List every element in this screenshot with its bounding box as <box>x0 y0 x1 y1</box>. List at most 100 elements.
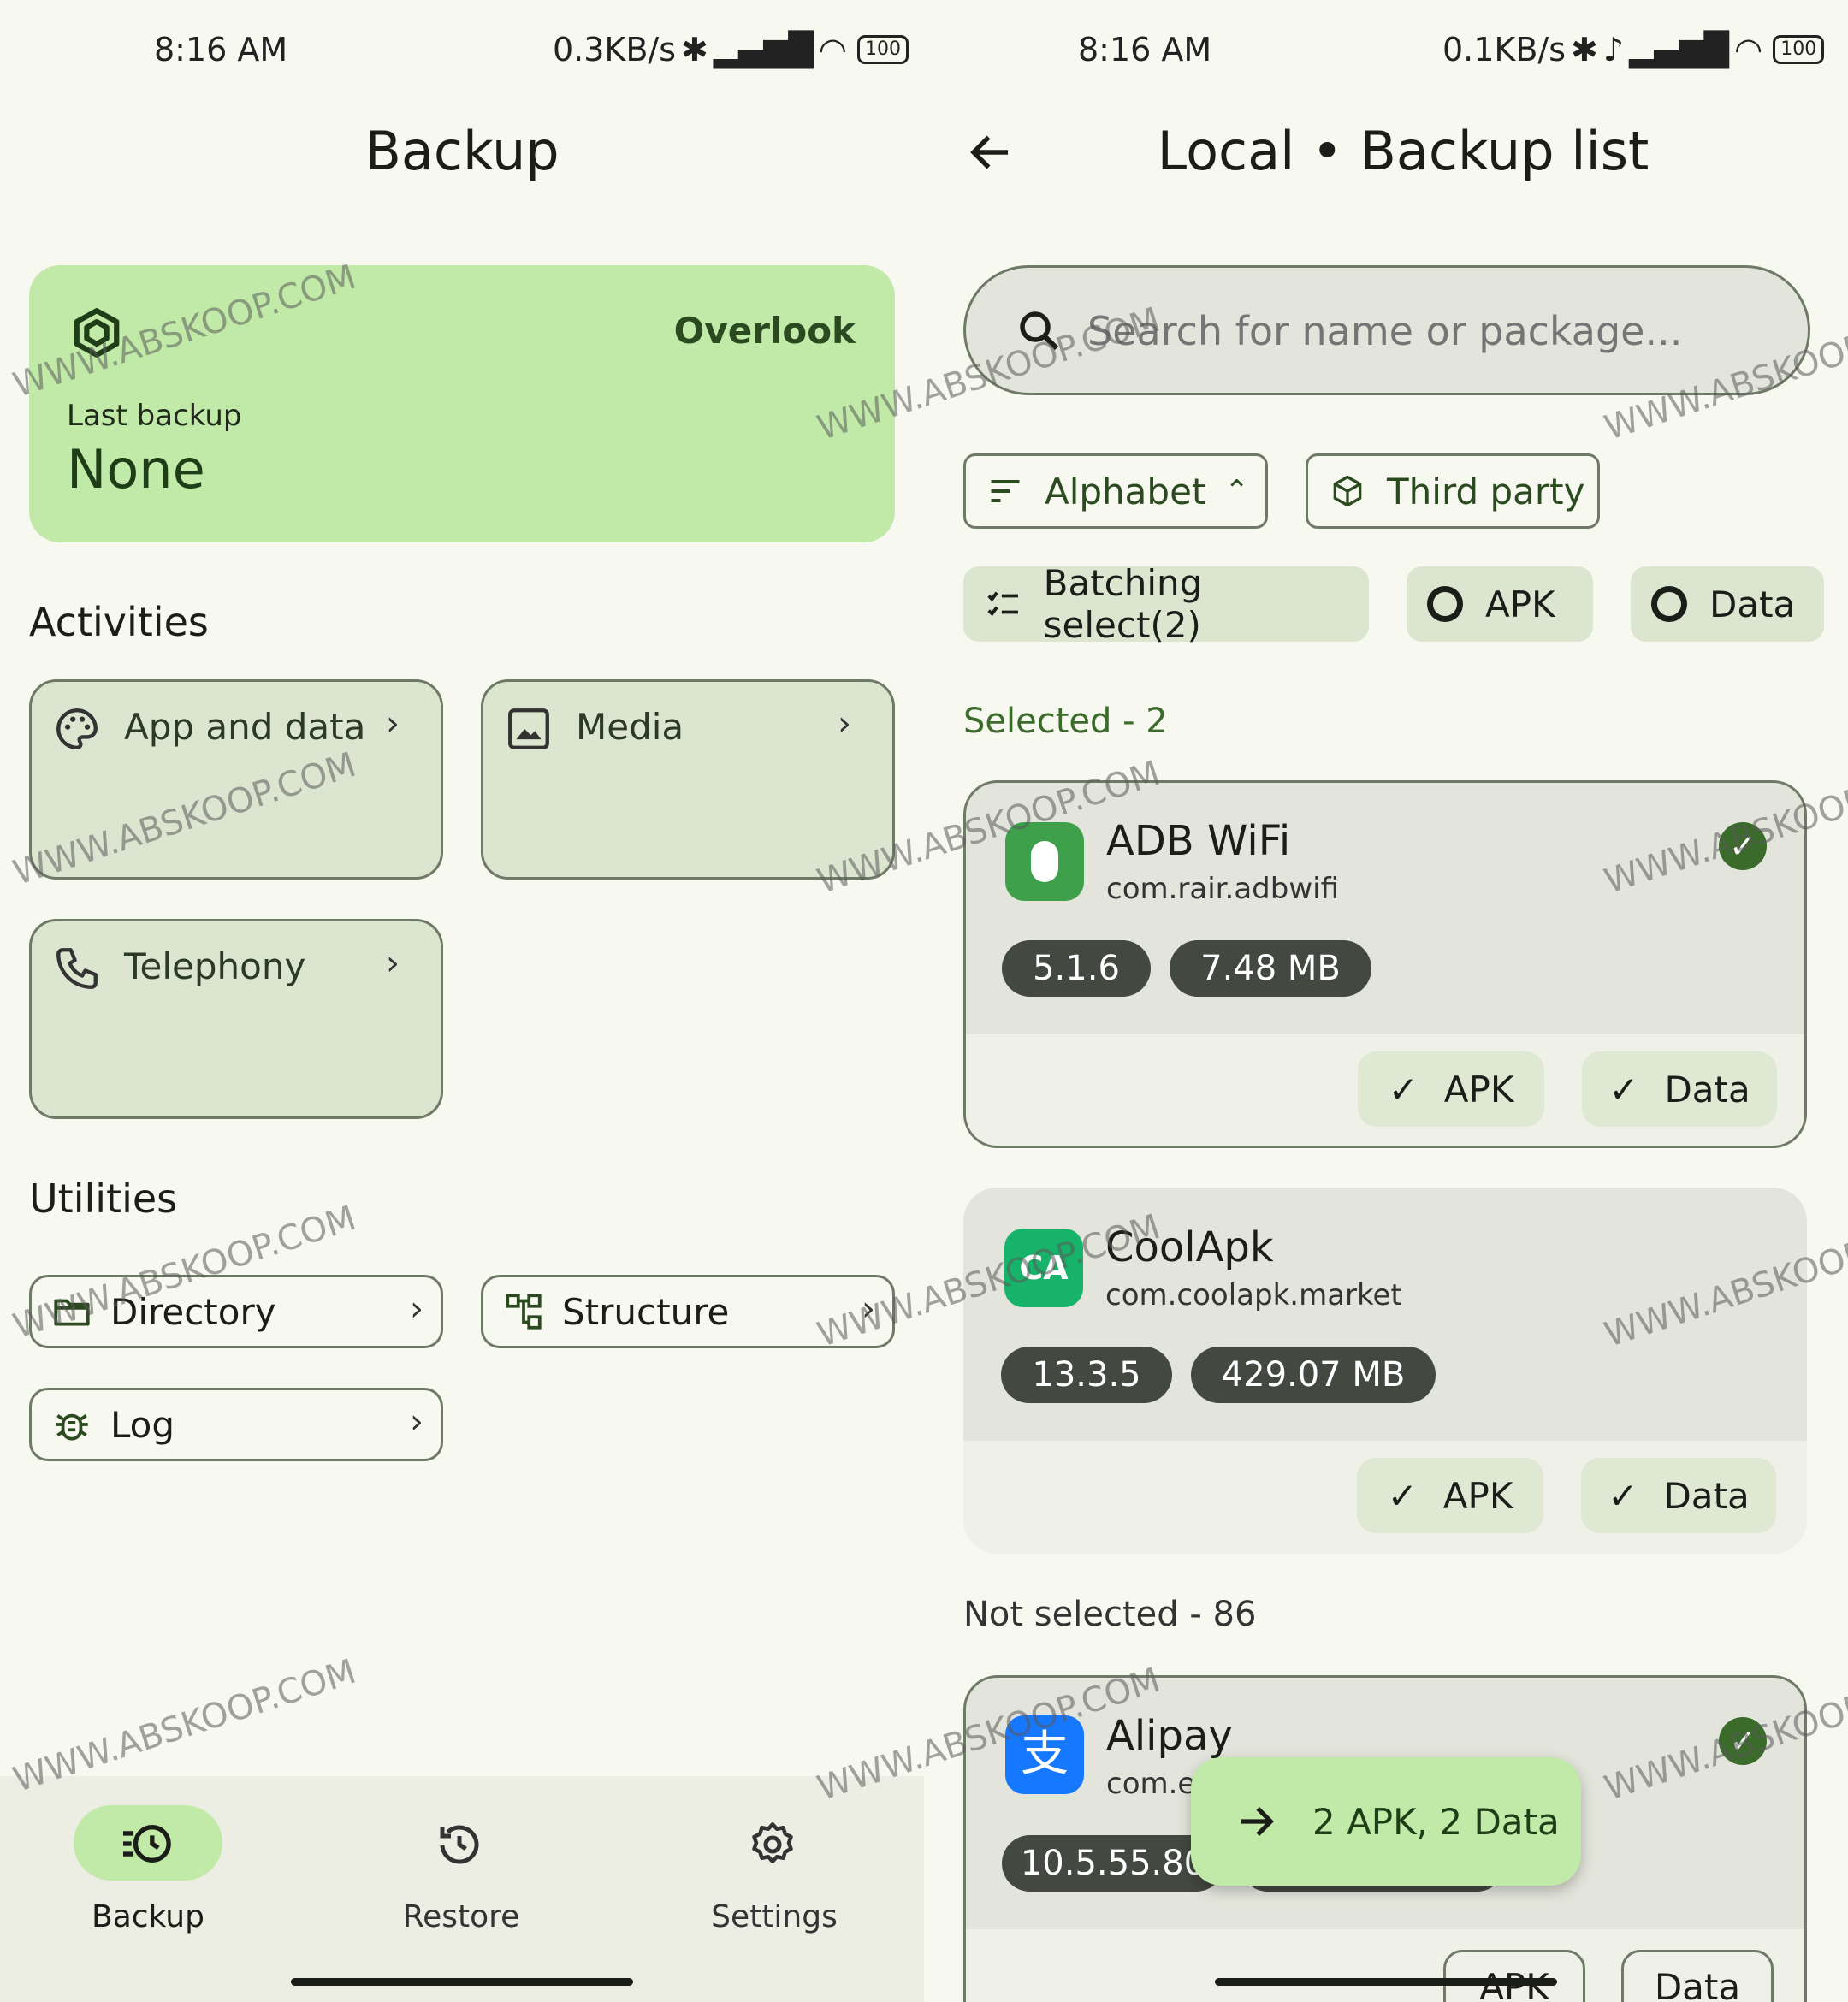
last-backup-label: Last backup <box>67 399 242 433</box>
nav-backup[interactable]: Backup <box>74 1805 222 1959</box>
data-toggle-button[interactable]: ✓ Data <box>1581 1458 1776 1533</box>
button-label: Data <box>1664 1068 1750 1111</box>
battery-icon: 100 <box>856 35 909 64</box>
radio-unchecked-icon <box>1427 586 1463 622</box>
network-speed: 0.3KB/s <box>553 31 677 68</box>
utility-log[interactable]: Log › <box>29 1388 443 1461</box>
chip-label: APK <box>1485 583 1555 625</box>
type-filter-label: Third party <box>1387 470 1585 512</box>
app-card-adb-wifi[interactable]: ADB WiFi com.rair.adbwifi ✓ 5.1.6 7.48 M… <box>963 780 1807 1148</box>
chevron-right-icon: › <box>838 704 851 743</box>
sort-button[interactable]: Alphabet ⌃ <box>963 453 1268 529</box>
app-name: ADB WiFi <box>1106 817 1291 865</box>
last-backup-value: None <box>67 438 205 500</box>
nav-label: Backup <box>92 1899 204 1934</box>
checklist-icon <box>987 591 1018 617</box>
utility-structure[interactable]: Structure › <box>481 1275 895 1348</box>
package-icon <box>1333 475 1362 507</box>
check-circle-icon[interactable]: ✓ <box>1719 822 1767 870</box>
chevron-up-icon: ⌃ <box>1224 474 1249 508</box>
status-icons: 0.3KB/s ✱ ▂▄▆█ ◠ 100 <box>553 31 909 68</box>
app-icon: 支 <box>1005 1715 1084 1794</box>
apk-toggle-button[interactable]: APK <box>1443 1950 1585 2002</box>
activity-label: Telephony <box>124 945 306 987</box>
button-label: APK <box>1443 1068 1514 1111</box>
wifi-icon: ◠ <box>818 31 847 68</box>
utility-directory[interactable]: Directory › <box>29 1275 443 1348</box>
chip-label: Batching select(2) <box>1043 562 1203 646</box>
chevron-right-icon: › <box>862 1289 875 1329</box>
app-actions: APK Data <box>966 1929 1804 2002</box>
bug-icon <box>56 1413 88 1441</box>
palette-icon <box>56 708 98 749</box>
data-toggle-button[interactable]: Data <box>1621 1950 1774 2002</box>
nav-label: Restore <box>402 1899 520 1934</box>
check-circle-icon[interactable]: ✓ <box>1719 1717 1767 1765</box>
bottom-nav: Backup Restore Settings <box>0 1776 924 2002</box>
batching-select-chip[interactable]: Batching select(2) <box>963 562 1369 646</box>
backup-screen: 8:16 AM 0.3KB/s ✱ ▂▄▆█ ◠ 100 Backup Over… <box>0 0 924 2002</box>
gear-icon <box>752 1822 793 1863</box>
nav-settings[interactable]: Settings <box>700 1805 849 1959</box>
check-icon: ✓ <box>1387 1474 1418 1517</box>
folder-icon <box>54 1299 90 1326</box>
app-package: com.rair.adbwifi <box>1106 872 1340 906</box>
network-speed: 0.1KB/s <box>1442 31 1567 68</box>
radio-unchecked-icon <box>1651 586 1687 622</box>
arrow-right-icon <box>1241 1806 1275 1837</box>
app-name: CoolApk <box>1105 1223 1274 1271</box>
signal-icon: ▂▄▆█ <box>1629 31 1730 68</box>
status-icons: 0.1KB/s ✱ ♪ ▂▄▆█ ◠ 100 <box>1442 31 1825 68</box>
overlook-card[interactable]: Overlook Last backup None <box>29 265 895 542</box>
utilities-heading: Utilities <box>29 1176 178 1222</box>
gesture-bar[interactable] <box>291 1978 633 1986</box>
start-backup-fab[interactable]: 2 APK, 2 Data <box>1191 1757 1581 1886</box>
check-icon: ✓ <box>1608 1474 1638 1517</box>
utility-label: Structure <box>562 1290 730 1333</box>
check-icon: ✓ <box>1388 1068 1419 1111</box>
activity-media[interactable]: Media › <box>481 679 895 880</box>
fab-label: 2 APK, 2 Data <box>1312 1800 1560 1843</box>
battery-icon: 100 <box>1773 35 1825 64</box>
search-input[interactable] <box>1086 299 1774 364</box>
chip-label: Data <box>1709 583 1796 625</box>
bluetooth-icon: ✱ <box>1571 31 1598 68</box>
type-filter-button[interactable]: Third party <box>1306 453 1600 529</box>
app-icon <box>1005 822 1084 901</box>
signal-icon: ▂▄▆█ <box>713 31 814 68</box>
nav-label: Settings <box>711 1899 838 1934</box>
chevron-right-icon: › <box>386 944 400 983</box>
apk-radio-chip[interactable]: APK <box>1407 566 1593 642</box>
gesture-bar[interactable] <box>1215 1978 1557 1986</box>
data-toggle-button[interactable]: ✓ Data <box>1582 1051 1777 1127</box>
activity-app-and-data[interactable]: App and data › <box>29 679 443 880</box>
activity-telephony[interactable]: Telephony › <box>29 919 443 1119</box>
package-icon <box>74 308 120 358</box>
check-icon: ✓ <box>1608 1068 1639 1111</box>
apk-toggle-button[interactable]: ✓ APK <box>1357 1458 1543 1533</box>
wifi-icon: ◠ <box>1734 31 1763 68</box>
app-package: com.coolapk.market <box>1105 1278 1402 1312</box>
size-tag: 7.48 MB <box>1170 940 1371 997</box>
backup-icon <box>123 1825 171 1863</box>
chevron-right-icon: › <box>386 704 400 743</box>
page-title: Local • Backup list <box>1157 120 1650 182</box>
data-radio-chip[interactable]: Data <box>1631 566 1824 642</box>
page-title: Backup <box>364 120 560 182</box>
button-label: APK <box>1442 1474 1513 1517</box>
activities-heading: Activities <box>29 599 209 645</box>
apk-toggle-button[interactable]: ✓ APK <box>1358 1051 1544 1127</box>
sort-icon <box>991 479 1020 503</box>
mute-icon: ♪ <box>1602 31 1625 68</box>
app-card-coolapk[interactable]: CA CoolApk com.coolapk.market 13.3.5 429… <box>963 1188 1807 1554</box>
overlook-label: Overlook <box>673 310 856 352</box>
nav-restore[interactable]: Restore <box>387 1805 536 1959</box>
status-time: 8:16 AM <box>154 31 288 68</box>
search-bar[interactable] <box>963 265 1810 395</box>
image-icon <box>508 708 549 749</box>
search-icon <box>1020 311 1059 351</box>
version-tag: 5.1.6 <box>1002 940 1151 997</box>
size-tag: 429.07 MB <box>1191 1347 1436 1403</box>
not-selected-heading: Not selected - 86 <box>963 1595 1257 1634</box>
backup-list-screen: 8:16 AM 0.1KB/s ✱ ♪ ▂▄▆█ ◠ 100 Local • B… <box>924 0 1848 2002</box>
